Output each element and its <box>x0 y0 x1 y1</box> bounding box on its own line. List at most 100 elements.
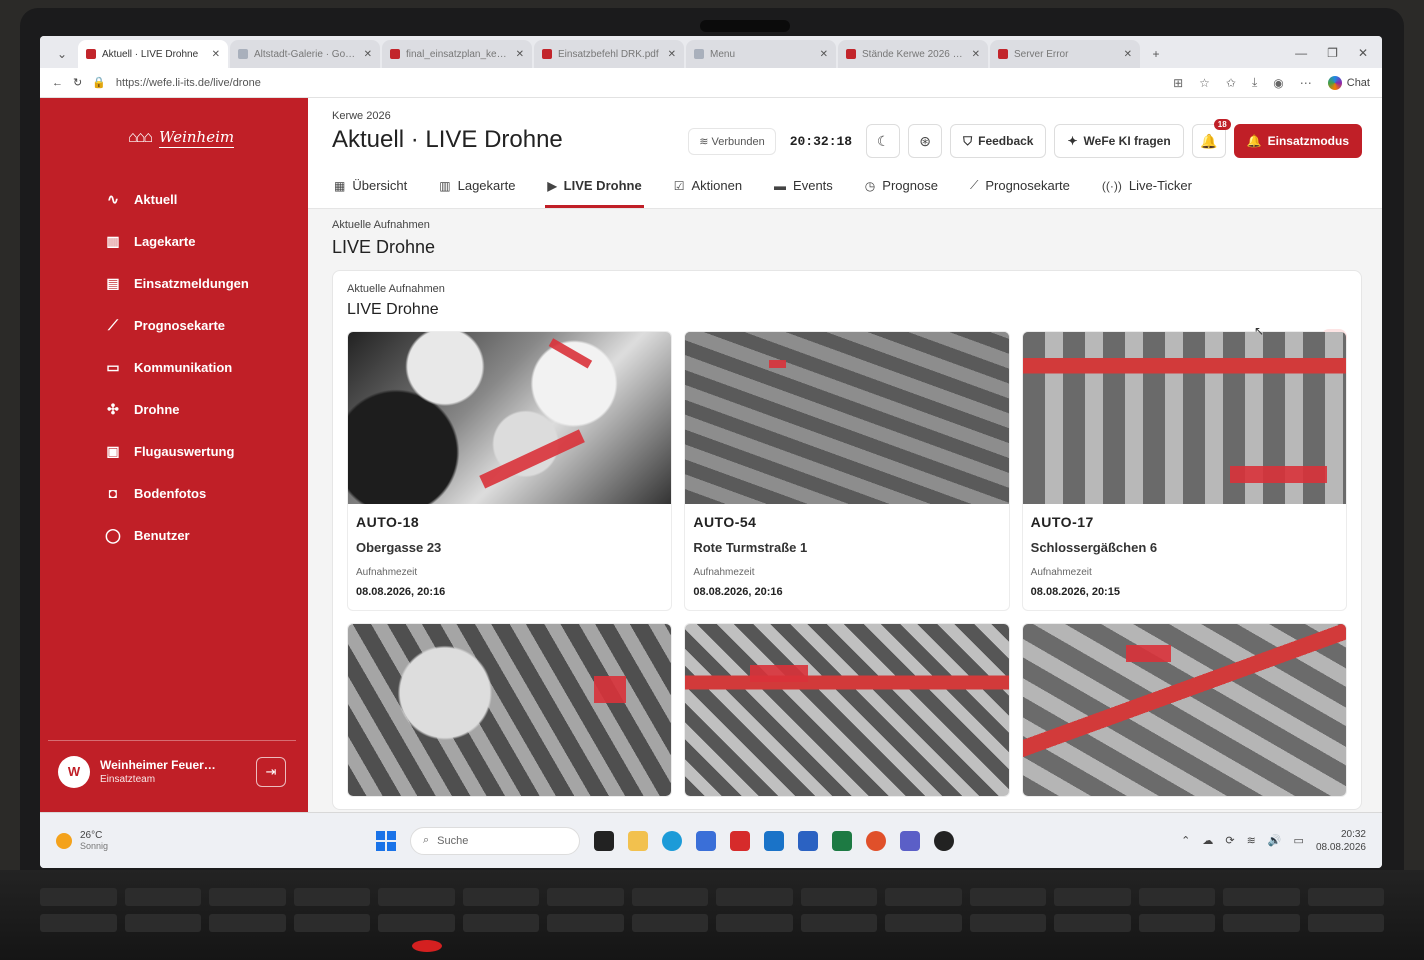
browser-tab[interactable]: Aktuell · LIVE Drohne ✕ <box>78 40 228 68</box>
browser-tab[interactable]: Einsatzbefehl DRK.pdf ✕ <box>534 40 684 68</box>
browser-tab[interactable]: Stände Kerwe 2026 – … ✕ <box>838 40 988 68</box>
sync-icon[interactable]: ⟳ <box>1225 834 1234 847</box>
tab-prognosekarte[interactable]: ⟋ Prognosekarte <box>968 170 1072 208</box>
excel-icon[interactable] <box>832 830 852 851</box>
support-button[interactable]: ⊛ <box>908 124 943 158</box>
recording-card[interactable] <box>347 623 673 797</box>
activity-icon: ∿ <box>107 190 119 207</box>
tab-uebersicht[interactable]: ▦ Übersicht <box>332 170 409 208</box>
browser-tab[interactable]: Server Error ✕ <box>990 40 1140 68</box>
tab-live-ticker[interactable]: ((·)) Live-Ticker <box>1100 170 1194 208</box>
store-icon[interactable] <box>696 830 716 851</box>
ai-ask-button[interactable]: ✦ WeFe KI fragen <box>1054 124 1184 158</box>
calendar-icon: ▬ <box>774 178 787 193</box>
browser-tab[interactable]: Menu ✕ <box>686 40 836 68</box>
sidebar-item-bodenfotos[interactable]: ◘ Bodenfotos <box>104 472 308 514</box>
back-icon[interactable]: ← <box>52 77 63 89</box>
emergency-mode-button[interactable]: 🔔 Einsatzmodus <box>1233 124 1362 158</box>
dark-mode-button[interactable]: ☾ <box>866 124 901 158</box>
hotspot-overlay <box>769 359 786 369</box>
recording-card[interactable] <box>684 623 1010 797</box>
downloads-icon[interactable]: ⤓ <box>1252 75 1257 90</box>
close-icon[interactable]: ✕ <box>668 49 676 60</box>
card-body: AUTO-54 Rote Turmstraße 1 Aufnahmezeit 0… <box>685 504 1008 610</box>
star-icon[interactable]: ☆ <box>1199 76 1210 90</box>
app-icon[interactable] <box>934 830 954 851</box>
more-icon[interactable]: ⋯ <box>1300 76 1312 90</box>
sidebar-item-prognosekarte[interactable]: ⟋ Prognosekarte <box>104 304 308 346</box>
outlook-icon[interactable] <box>764 830 784 851</box>
recordings-panel: Aktuelle Aufnahmen LIVE Drohne 24 AUTO-1… <box>332 270 1362 810</box>
reload-icon[interactable]: ↻ <box>73 76 82 89</box>
edge-icon[interactable] <box>662 830 682 851</box>
recording-address: Schlossergäßchen 6 <box>1030 540 1158 555</box>
cloud-icon[interactable]: ☁ <box>1202 834 1213 847</box>
copilot-button[interactable]: Chat <box>1327 75 1370 90</box>
favorites-icon[interactable]: ✩ <box>1226 76 1236 90</box>
sun-icon <box>56 832 72 849</box>
weather-widget[interactable]: 26°C Sonnig <box>56 830 376 851</box>
recording-time: 08.08.2026, 20:15 <box>1030 586 1120 598</box>
word-icon[interactable] <box>798 830 818 851</box>
favicon-icon <box>846 49 856 59</box>
tray-clock[interactable]: 20:32 08.08.2026 <box>1316 828 1366 854</box>
new-tab-icon[interactable]: + <box>1142 40 1170 68</box>
tab-list-icon[interactable]: ⌄ <box>48 40 76 68</box>
favicon-icon <box>998 49 1008 59</box>
browser-tab[interactable]: final_einsatzplan_kerwe…✕ <box>382 40 532 68</box>
maximize-icon[interactable]: ❐ <box>1327 46 1338 60</box>
url-field[interactable]: https://wefe.li-its.de/live/drone <box>116 77 1163 89</box>
close-icon[interactable]: ✕ <box>972 49 980 60</box>
app-favicon-icon <box>86 49 96 59</box>
sidebar-item-lagekarte[interactable]: ▥ Lagekarte <box>104 220 308 262</box>
sidebar-item-flugauswertung[interactable]: ▣ Flugauswertung <box>104 430 308 472</box>
task-view-icon[interactable] <box>594 830 614 851</box>
notifications-button[interactable]: 🔔 18 <box>1191 119 1231 158</box>
close-icon[interactable]: ✕ <box>364 49 372 60</box>
logout-icon: ⇥ <box>265 763 277 779</box>
close-window-icon[interactable]: ✕ <box>1358 46 1368 60</box>
tab-events[interactable]: ▬ Events <box>772 170 835 208</box>
pdf-favicon-icon <box>390 49 400 59</box>
sidebar-item-einsatzmeldungen[interactable]: ▤ Einsatzmeldungen <box>104 262 308 304</box>
close-icon[interactable]: ✕ <box>212 49 220 60</box>
office-icon[interactable] <box>866 830 886 851</box>
minimize-icon[interactable]: — <box>1295 46 1307 60</box>
feedback-button[interactable]: ⛉ Feedback <box>950 124 1047 158</box>
wifi-icon[interactable]: ≋ <box>1247 834 1256 847</box>
volume-icon[interactable]: 🔊 <box>1268 834 1282 847</box>
tab-live-drohne[interactable]: ▶ LIVE Drohne <box>545 170 644 208</box>
battery-icon[interactable]: ▭ <box>1294 834 1304 847</box>
logo[interactable]: ⌂⌂⌂ Weinheim <box>40 98 308 178</box>
logout-button[interactable]: ⇥ <box>256 756 286 787</box>
close-icon[interactable]: ✕ <box>820 49 828 60</box>
chevron-up-icon[interactable]: ⌃ <box>1181 834 1190 847</box>
taskbar-search[interactable]: ⌕ Suche <box>410 826 580 855</box>
sidebar-item-benutzer[interactable]: ◯ Benutzer <box>104 514 308 556</box>
close-icon[interactable]: ✕ <box>516 49 524 60</box>
recording-card[interactable]: AUTO-54 Rote Turmstraße 1 Aufnahmezeit 0… <box>684 331 1010 611</box>
tab-lagekarte[interactable]: ▥ Lagekarte <box>437 170 517 208</box>
card-body: AUTO-18 Obergasse 23 Aufnahmezeit 08.08.… <box>348 504 671 610</box>
user-info: Weinheimer Feuer… Einsatzteam <box>100 758 246 785</box>
file-explorer-icon[interactable] <box>628 830 648 851</box>
close-icon[interactable]: ✕ <box>1124 49 1132 60</box>
sidebar-item-drohne[interactable]: ✣ Drohne <box>104 388 308 430</box>
recording-card[interactable]: AUTO-17 Schlossergäßchen 6 Aufnahmezeit … <box>1021 331 1347 611</box>
screen: ⌄ Aktuell · LIVE Drohne ✕ Altstadt-Galeri… <box>40 36 1382 868</box>
tab-aktionen[interactable]: ☑ Aktionen <box>672 170 744 208</box>
recording-card[interactable] <box>1021 623 1347 797</box>
browser-tab[interactable]: Altstadt-Galerie · Goo… ✕ <box>230 40 380 68</box>
images-icon: ▣ <box>106 442 120 459</box>
app-l-icon[interactable] <box>730 830 750 851</box>
start-icon[interactable] <box>376 830 396 851</box>
trackpoint <box>412 940 442 952</box>
profile-icon[interactable]: ◉ <box>1273 76 1283 90</box>
sidebar-item-kommunikation[interactable]: ▭ Kommunikation <box>104 346 308 388</box>
teams-icon[interactable] <box>900 830 920 851</box>
tab-prognose[interactable]: ◷ Prognose <box>863 170 940 208</box>
apps-icon[interactable]: ⊞ <box>1173 76 1183 90</box>
recording-card[interactable]: AUTO-18 Obergasse 23 Aufnahmezeit 08.08.… <box>347 331 673 611</box>
sidebar-item-aktuell[interactable]: ∿ Aktuell <box>104 178 308 220</box>
recording-time-label: Aufnahmezeit <box>1030 567 1092 578</box>
